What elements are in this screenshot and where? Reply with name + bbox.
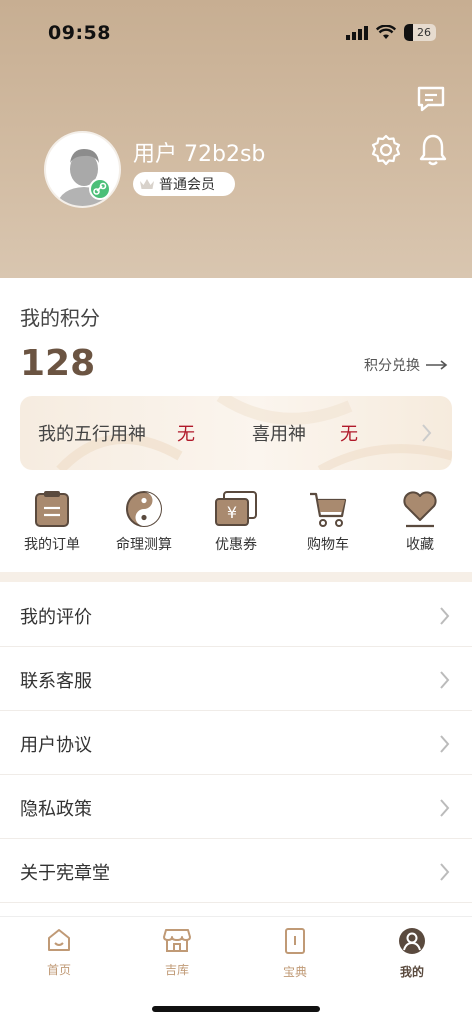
default-avatar-icon [56,149,112,206]
link-badge-icon [89,178,111,200]
chevron-right-icon [440,671,450,689]
chevron-right-icon [422,424,432,442]
member-level-label: 普通会员 [159,177,215,193]
coupon-icon: ¥ [215,491,257,526]
cart-icon [310,492,347,527]
func-my-orders[interactable]: 我的订单 [8,490,96,562]
menu-label: 我的评价 [20,607,92,628]
chevron-right-icon [440,735,450,753]
battery-icon: 26 [404,24,436,41]
menu-label: 用户协议 [20,735,92,756]
menu-item-reviews[interactable]: 我的评价 [0,583,472,647]
shop-icon [163,929,191,952]
wifi-icon [376,25,396,39]
username[interactable]: 用户 72b2sb [133,136,265,168]
points-value: 128 [20,343,96,384]
points-title: 我的积分 [20,306,100,330]
tab-home[interactable]: 首页 [19,927,99,978]
tab-label: 宝典 [282,965,307,979]
func-label: 命理测算 [116,537,172,553]
menu-item-user-agreement[interactable]: 用户协议 [0,711,472,775]
xiyongshen-value: 无 [340,424,358,445]
tab-label: 我的 [399,965,424,979]
svg-text:¥: ¥ [227,503,237,522]
xiyongshen-label: 喜用神 [252,424,306,445]
func-label: 收藏 [406,537,434,553]
book-icon [285,928,305,954]
function-row: 我的订单 命理测算 ¥ 优惠券 购物车 收藏 [0,490,472,562]
wuxing-value: 无 [177,424,195,445]
func-coupons[interactable]: ¥ 优惠券 [192,490,280,562]
func-favorites[interactable]: 收藏 [376,490,464,562]
func-label: 优惠券 [215,537,257,553]
order-icon [35,491,69,527]
profile-header: 09:58 26 用户 72b2sb 普通会员 [0,0,472,278]
tab-jiku[interactable]: 吉库 [137,927,217,978]
func-cart[interactable]: 购物车 [284,490,372,562]
arrow-right-icon [426,360,448,370]
menu-item-about[interactable]: 关于宪章堂 [0,839,472,903]
wuxing-card[interactable]: 我的五行用神 无 喜用神 无 [20,396,452,470]
home-indicator[interactable] [152,1006,320,1012]
points-exchange-link[interactable]: 积分兑换 [364,355,448,375]
menu-label: 隐私政策 [20,799,92,820]
status-bar: 09:58 26 [0,0,472,70]
settings-gear-icon[interactable] [370,134,402,166]
chevron-right-icon [440,799,450,817]
heart-icon [403,491,437,528]
tab-baodian[interactable]: 宝典 [255,927,335,980]
wuxing-label: 我的五行用神 [38,424,146,445]
points-exchange-label: 积分兑换 [364,358,420,374]
func-label: 购物车 [307,537,349,553]
chevron-right-icon [440,863,450,881]
member-badge[interactable]: 普通会员 [133,172,235,196]
menu-item-customer-service[interactable]: 联系客服 [0,647,472,711]
menu-label: 关于宪章堂 [20,863,110,884]
crown-icon [140,179,154,189]
section-divider [0,572,472,582]
func-label: 我的订单 [24,537,80,553]
message-icon[interactable] [416,86,446,112]
menu-label: 联系客服 [20,671,92,692]
menu-item-privacy[interactable]: 隐私政策 [0,775,472,839]
status-time: 09:58 [48,22,111,44]
avatar[interactable] [44,131,121,208]
chevron-right-icon [440,607,450,625]
func-fortune[interactable]: 命理测算 [100,490,188,562]
yinyang-icon [126,491,162,527]
tab-label: 吉库 [164,963,189,977]
tab-label: 首页 [46,963,71,977]
user-icon [399,928,425,954]
battery-level: 26 [417,26,431,39]
signal-icon [346,25,368,40]
home-icon [48,929,70,951]
status-icons: 26 [346,24,436,41]
bell-icon[interactable] [418,133,448,167]
tab-mine[interactable]: 我的 [372,927,452,980]
